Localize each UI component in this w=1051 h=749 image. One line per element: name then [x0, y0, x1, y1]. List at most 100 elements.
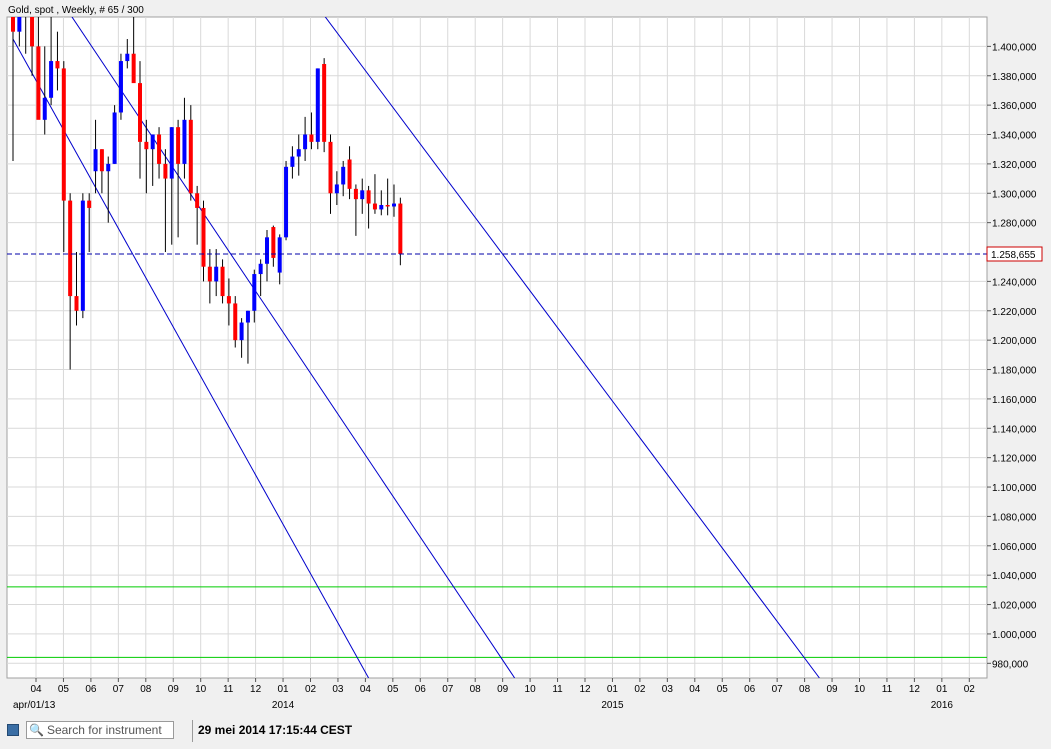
candle-body[interactable] — [277, 237, 282, 273]
candle-body[interactable] — [138, 83, 142, 142]
x-month-label: 02 — [305, 684, 317, 695]
candle-body[interactable] — [233, 303, 238, 341]
candle-body[interactable] — [106, 163, 111, 172]
x-month-label: 04 — [360, 684, 372, 695]
y-tick-label: 1.160,000 — [992, 395, 1037, 406]
candle-body[interactable] — [252, 274, 257, 311]
instrument-color-icon[interactable] — [7, 724, 19, 736]
candle-body[interactable] — [258, 263, 263, 275]
candle-body[interactable] — [245, 310, 250, 323]
candle-body[interactable] — [99, 149, 104, 172]
candle-body[interactable] — [226, 296, 231, 304]
candle-body[interactable] — [125, 53, 130, 62]
candle-body[interactable] — [271, 227, 276, 258]
y-tick-label: 1.020,000 — [992, 601, 1037, 612]
candle-body[interactable] — [55, 61, 60, 69]
candle-body[interactable] — [334, 184, 339, 194]
candle-body[interactable] — [379, 205, 384, 210]
x-month-label: 08 — [140, 684, 152, 695]
y-tick-label: 1.220,000 — [992, 307, 1037, 318]
candle-body[interactable] — [36, 46, 41, 120]
candle-body[interactable] — [201, 207, 206, 267]
candle-body[interactable] — [112, 112, 117, 164]
y-tick-label: 1.240,000 — [992, 277, 1037, 288]
x-month-label: 09 — [168, 684, 180, 695]
candle-body[interactable] — [74, 296, 79, 311]
candle-body[interactable] — [347, 159, 352, 189]
y-tick-label: 1.360,000 — [992, 101, 1037, 112]
candle-body[interactable] — [87, 200, 92, 208]
candle-body[interactable] — [296, 149, 301, 157]
y-tick-label: 1.120,000 — [992, 454, 1037, 465]
candle-body[interactable] — [42, 97, 47, 120]
candle-body[interactable] — [118, 61, 123, 113]
candle-body[interactable] — [385, 205, 390, 207]
candle-body[interactable] — [195, 193, 200, 208]
candle-body[interactable] — [188, 119, 193, 194]
x-month-label: 05 — [387, 684, 399, 695]
x-month-label: 01 — [936, 684, 948, 695]
candle-body[interactable] — [303, 134, 308, 150]
candle-body[interactable] — [150, 134, 155, 150]
candle-body[interactable] — [360, 190, 365, 200]
y-tick-label: 1.100,000 — [992, 483, 1037, 494]
x-month-label: 12 — [909, 684, 921, 695]
candle-body[interactable] — [182, 119, 187, 164]
candle-body[interactable] — [315, 68, 320, 142]
candle-body[interactable] — [144, 141, 149, 150]
x-month-label: 01 — [607, 684, 619, 695]
candle-body[interactable] — [290, 156, 295, 167]
x-month-label: 03 — [332, 684, 344, 695]
y-tick-label: 980,000 — [992, 659, 1029, 670]
x-month-label: 04 — [30, 684, 42, 695]
x-year-label: apr/01/13 — [13, 700, 56, 711]
x-month-label: 02 — [964, 684, 976, 695]
candle-body[interactable] — [353, 188, 358, 200]
x-month-label: 05 — [58, 684, 70, 695]
candle-body[interactable] — [163, 163, 168, 179]
candle-body[interactable] — [398, 203, 403, 254]
candle-body[interactable] — [328, 141, 333, 194]
y-tick-label: 1.400,000 — [992, 42, 1037, 53]
y-tick-label: 1.280,000 — [992, 219, 1037, 230]
candle-body[interactable] — [157, 134, 162, 164]
candle-body[interactable] — [61, 68, 66, 201]
candle-body[interactable] — [17, 17, 22, 32]
candle-body[interactable] — [93, 149, 98, 172]
candle-body[interactable] — [169, 127, 174, 179]
search-placeholder: Search for instrument — [46, 723, 162, 737]
candle-body[interactable] — [131, 53, 136, 84]
candle-body[interactable] — [68, 200, 73, 297]
candle-body[interactable] — [322, 64, 327, 142]
candle-body[interactable] — [341, 166, 346, 185]
candle-body[interactable] — [220, 266, 225, 297]
x-year-label: 2015 — [601, 700, 624, 711]
candle-body[interactable] — [214, 266, 219, 282]
y-tick-label: 1.200,000 — [992, 336, 1037, 347]
candle-body[interactable] — [80, 200, 85, 311]
candle-body[interactable] — [207, 266, 212, 282]
y-tick-label: 1.140,000 — [992, 424, 1037, 435]
candle-body[interactable] — [309, 134, 314, 142]
candle-body[interactable] — [49, 61, 54, 98]
x-month-label: 11 — [552, 684, 563, 695]
x-month-label: 11 — [882, 684, 893, 695]
y-tick-label: 1.380,000 — [992, 72, 1037, 83]
search-icon: 🔍 — [29, 723, 44, 737]
x-month-label: 09 — [497, 684, 509, 695]
candle-body[interactable] — [392, 203, 396, 207]
x-month-label: 06 — [85, 684, 97, 695]
candle-body[interactable] — [176, 127, 181, 164]
candle-body[interactable] — [239, 322, 244, 341]
x-month-label: 06 — [744, 684, 756, 695]
search-instrument-input[interactable]: 🔍 Search for instrument — [26, 721, 174, 739]
candle-body[interactable] — [265, 237, 269, 264]
candle-body[interactable] — [366, 190, 371, 204]
x-month-label: 12 — [250, 684, 262, 695]
x-month-label: 07 — [442, 684, 454, 695]
plot-area — [6, 16, 988, 679]
candle-body[interactable] — [284, 166, 289, 238]
candle-body[interactable] — [372, 203, 377, 210]
price-chart[interactable]: 1.400,000 1.380,000 1.360,000 1.340,000 1.32… — [0, 0, 1051, 718]
y-tick-label: 1.320,000 — [992, 160, 1037, 171]
